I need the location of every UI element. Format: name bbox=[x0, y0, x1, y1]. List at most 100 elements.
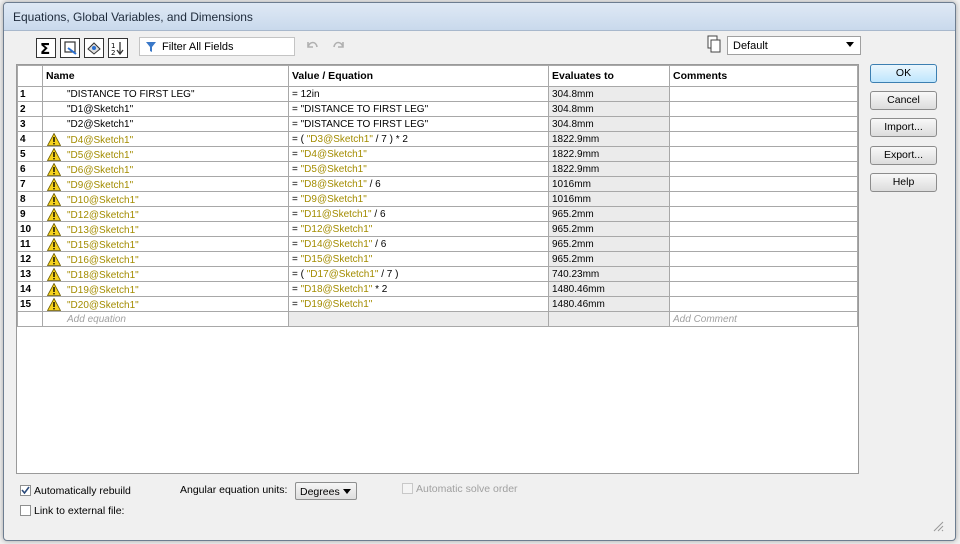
name-cell[interactable]: "D9@Sketch1" bbox=[42, 176, 289, 192]
add-equation-row[interactable]: Add equation Add Comment bbox=[17, 311, 858, 327]
name-cell[interactable]: "D13@Sketch1" bbox=[42, 221, 289, 237]
name-cell[interactable]: "D18@Sketch1" bbox=[42, 266, 289, 282]
name-cell[interactable]: "D19@Sketch1" bbox=[42, 281, 289, 297]
angular-units-select[interactable]: Degrees bbox=[295, 482, 357, 500]
comment-cell[interactable] bbox=[669, 251, 858, 267]
link-external-label: Link to external file: bbox=[34, 505, 125, 517]
table-row[interactable]: 2 "D1@Sketch1" = "DISTANCE TO FIRST LEG" 30… bbox=[17, 101, 858, 117]
equation-prefix: = 12in bbox=[292, 88, 320, 100]
column-header-comments[interactable]: Comments bbox=[669, 65, 858, 87]
comment-cell[interactable] bbox=[669, 86, 858, 102]
equation-cell[interactable]: = "D9@Sketch1" bbox=[288, 191, 549, 207]
equation-cell[interactable]: = "D14@Sketch1" / 6 bbox=[288, 236, 549, 252]
row-number: 15 bbox=[17, 296, 43, 312]
equation-cell[interactable]: = "DISTANCE TO FIRST LEG" bbox=[288, 116, 549, 132]
equation-reference: "D9@Sketch1" bbox=[300, 193, 367, 205]
equation-reference: "D12@Sketch1" bbox=[300, 223, 373, 235]
name-cell[interactable]: "D2@Sketch1" bbox=[42, 116, 289, 132]
chevron-down-icon bbox=[343, 489, 351, 494]
resize-grip-icon[interactable] bbox=[932, 520, 944, 532]
equations-grid[interactable]: Name Value / Equation Evaluates to Comme… bbox=[16, 64, 859, 474]
comment-cell[interactable] bbox=[669, 221, 858, 237]
comment-cell[interactable] bbox=[669, 266, 858, 282]
name-cell[interactable]: "DISTANCE TO FIRST LEG" bbox=[42, 86, 289, 102]
comment-cell[interactable] bbox=[669, 206, 858, 222]
equation-cell[interactable]: = "D4@Sketch1" bbox=[288, 146, 549, 162]
equation-cell[interactable]: = "D12@Sketch1" bbox=[288, 221, 549, 237]
comment-cell[interactable] bbox=[669, 101, 858, 117]
add-equation-cell[interactable]: Add equation bbox=[42, 311, 289, 327]
import-button[interactable]: Import... bbox=[870, 118, 937, 137]
table-row[interactable]: 7 "D9@Sketch1" = "D8@Sketch1" / 6 1016mm bbox=[17, 176, 858, 192]
column-header-value[interactable]: Value / Equation bbox=[288, 65, 549, 87]
name-cell[interactable]: "D5@Sketch1" bbox=[42, 146, 289, 162]
add-comment-placeholder: Add Comment bbox=[673, 313, 737, 325]
table-row[interactable]: 11 "D15@Sketch1" = "D14@Sketch1" / 6 965.2m… bbox=[17, 236, 858, 252]
add-comment-cell[interactable]: Add Comment bbox=[669, 311, 858, 327]
title-bar[interactable]: Equations, Global Variables, and Dimensi… bbox=[4, 3, 955, 31]
equation-cell[interactable]: = "D11@Sketch1" / 6 bbox=[288, 206, 549, 222]
comment-cell[interactable] bbox=[669, 131, 858, 147]
auto-rebuild-checkbox[interactable] bbox=[20, 485, 31, 496]
comment-cell[interactable] bbox=[669, 281, 858, 297]
configuration-select[interactable]: Default bbox=[727, 36, 861, 55]
column-header-name[interactable]: Name bbox=[42, 65, 289, 87]
name-cell[interactable]: "D15@Sketch1" bbox=[42, 236, 289, 252]
redo-icon[interactable] bbox=[331, 37, 347, 53]
name-cell[interactable]: "D16@Sketch1" bbox=[42, 251, 289, 267]
name-cell[interactable]: "D4@Sketch1" bbox=[42, 131, 289, 147]
table-row[interactable]: 5 "D5@Sketch1" = "D4@Sketch1" 1822.9mm bbox=[17, 146, 858, 162]
name-cell[interactable]: "D1@Sketch1" bbox=[42, 101, 289, 117]
equation-cell[interactable]: = "D5@Sketch1" bbox=[288, 161, 549, 177]
dimension-view-button[interactable] bbox=[84, 38, 104, 58]
svg-text:Σ: Σ bbox=[40, 40, 50, 56]
table-row[interactable]: 3 "D2@Sketch1" = "DISTANCE TO FIRST LEG" 30… bbox=[17, 116, 858, 132]
equation-cell[interactable]: = "D18@Sketch1" * 2 bbox=[288, 281, 549, 297]
link-external-checkbox[interactable] bbox=[20, 505, 31, 516]
equation-cell[interactable]: = ( "D3@Sketch1" / 7 ) * 2 bbox=[288, 131, 549, 147]
equation-cell[interactable]: = "D15@Sketch1" bbox=[288, 251, 549, 267]
table-row[interactable]: 14 "D19@Sketch1" = "D18@Sketch1" * 2 1480.4… bbox=[17, 281, 858, 297]
header-corner bbox=[17, 65, 43, 87]
table-row[interactable]: 15 "D20@Sketch1" = "D19@Sketch1" 1480.46mm bbox=[17, 296, 858, 312]
table-row[interactable]: 10 "D13@Sketch1" = "D12@Sketch1" 965.2mm bbox=[17, 221, 858, 237]
equation-cell[interactable]: = "D19@Sketch1" bbox=[288, 296, 549, 312]
sketch-equation-view-button[interactable] bbox=[60, 38, 80, 58]
table-row[interactable]: 9 "D12@Sketch1" = "D11@Sketch1" / 6 965.2mm bbox=[17, 206, 858, 222]
undo-icon[interactable] bbox=[304, 37, 320, 53]
equation-cell[interactable]: = "DISTANCE TO FIRST LEG" bbox=[288, 101, 549, 117]
comment-cell[interactable] bbox=[669, 161, 858, 177]
export-button[interactable]: Export... bbox=[870, 146, 937, 165]
comment-cell[interactable] bbox=[669, 236, 858, 252]
row-number: 8 bbox=[17, 191, 43, 207]
comment-cell[interactable] bbox=[669, 296, 858, 312]
table-row[interactable]: 12 "D16@Sketch1" = "D15@Sketch1" 965.2mm bbox=[17, 251, 858, 267]
comment-cell[interactable] bbox=[669, 191, 858, 207]
cancel-button[interactable]: Cancel bbox=[870, 91, 937, 110]
table-row[interactable]: 6 "D6@Sketch1" = "D5@Sketch1" 1822.9mm bbox=[17, 161, 858, 177]
equation-cell[interactable]: = 12in bbox=[288, 86, 549, 102]
help-button[interactable]: Help bbox=[870, 173, 937, 192]
sigma-icon: Σ bbox=[40, 40, 50, 56]
equation-cell[interactable]: = ( "D17@Sketch1" / 7 ) bbox=[288, 266, 549, 282]
comment-cell[interactable] bbox=[669, 116, 858, 132]
equation-cell[interactable] bbox=[288, 311, 549, 327]
column-header-evaluates[interactable]: Evaluates to bbox=[548, 65, 670, 87]
comment-cell[interactable] bbox=[669, 146, 858, 162]
table-row[interactable]: 13 "D18@Sketch1" = ( "D17@Sketch1" / 7 ) 74… bbox=[17, 266, 858, 282]
ordered-view-button[interactable]: 12 bbox=[108, 38, 128, 58]
filter-field[interactable]: Filter All Fields bbox=[139, 37, 295, 56]
warning-icon bbox=[47, 267, 61, 281]
equation-view-button[interactable]: Σ bbox=[36, 38, 56, 58]
equation-cell[interactable]: = "D8@Sketch1" / 6 bbox=[288, 176, 549, 192]
ok-button[interactable]: OK bbox=[870, 64, 937, 83]
equation-prefix: = bbox=[292, 223, 301, 235]
table-row[interactable]: 8 "D10@Sketch1" = "D9@Sketch1" 1016mm bbox=[17, 191, 858, 207]
table-row[interactable]: 1 "DISTANCE TO FIRST LEG" = 12in 304.8mm bbox=[17, 86, 858, 102]
comment-cell[interactable] bbox=[669, 176, 858, 192]
name-cell[interactable]: "D12@Sketch1" bbox=[42, 206, 289, 222]
name-cell[interactable]: "D10@Sketch1" bbox=[42, 191, 289, 207]
table-row[interactable]: 4 "D4@Sketch1" = ( "D3@Sketch1" / 7 ) * 21… bbox=[17, 131, 858, 147]
name-cell[interactable]: "D20@Sketch1" bbox=[42, 296, 289, 312]
name-cell[interactable]: "D6@Sketch1" bbox=[42, 161, 289, 177]
